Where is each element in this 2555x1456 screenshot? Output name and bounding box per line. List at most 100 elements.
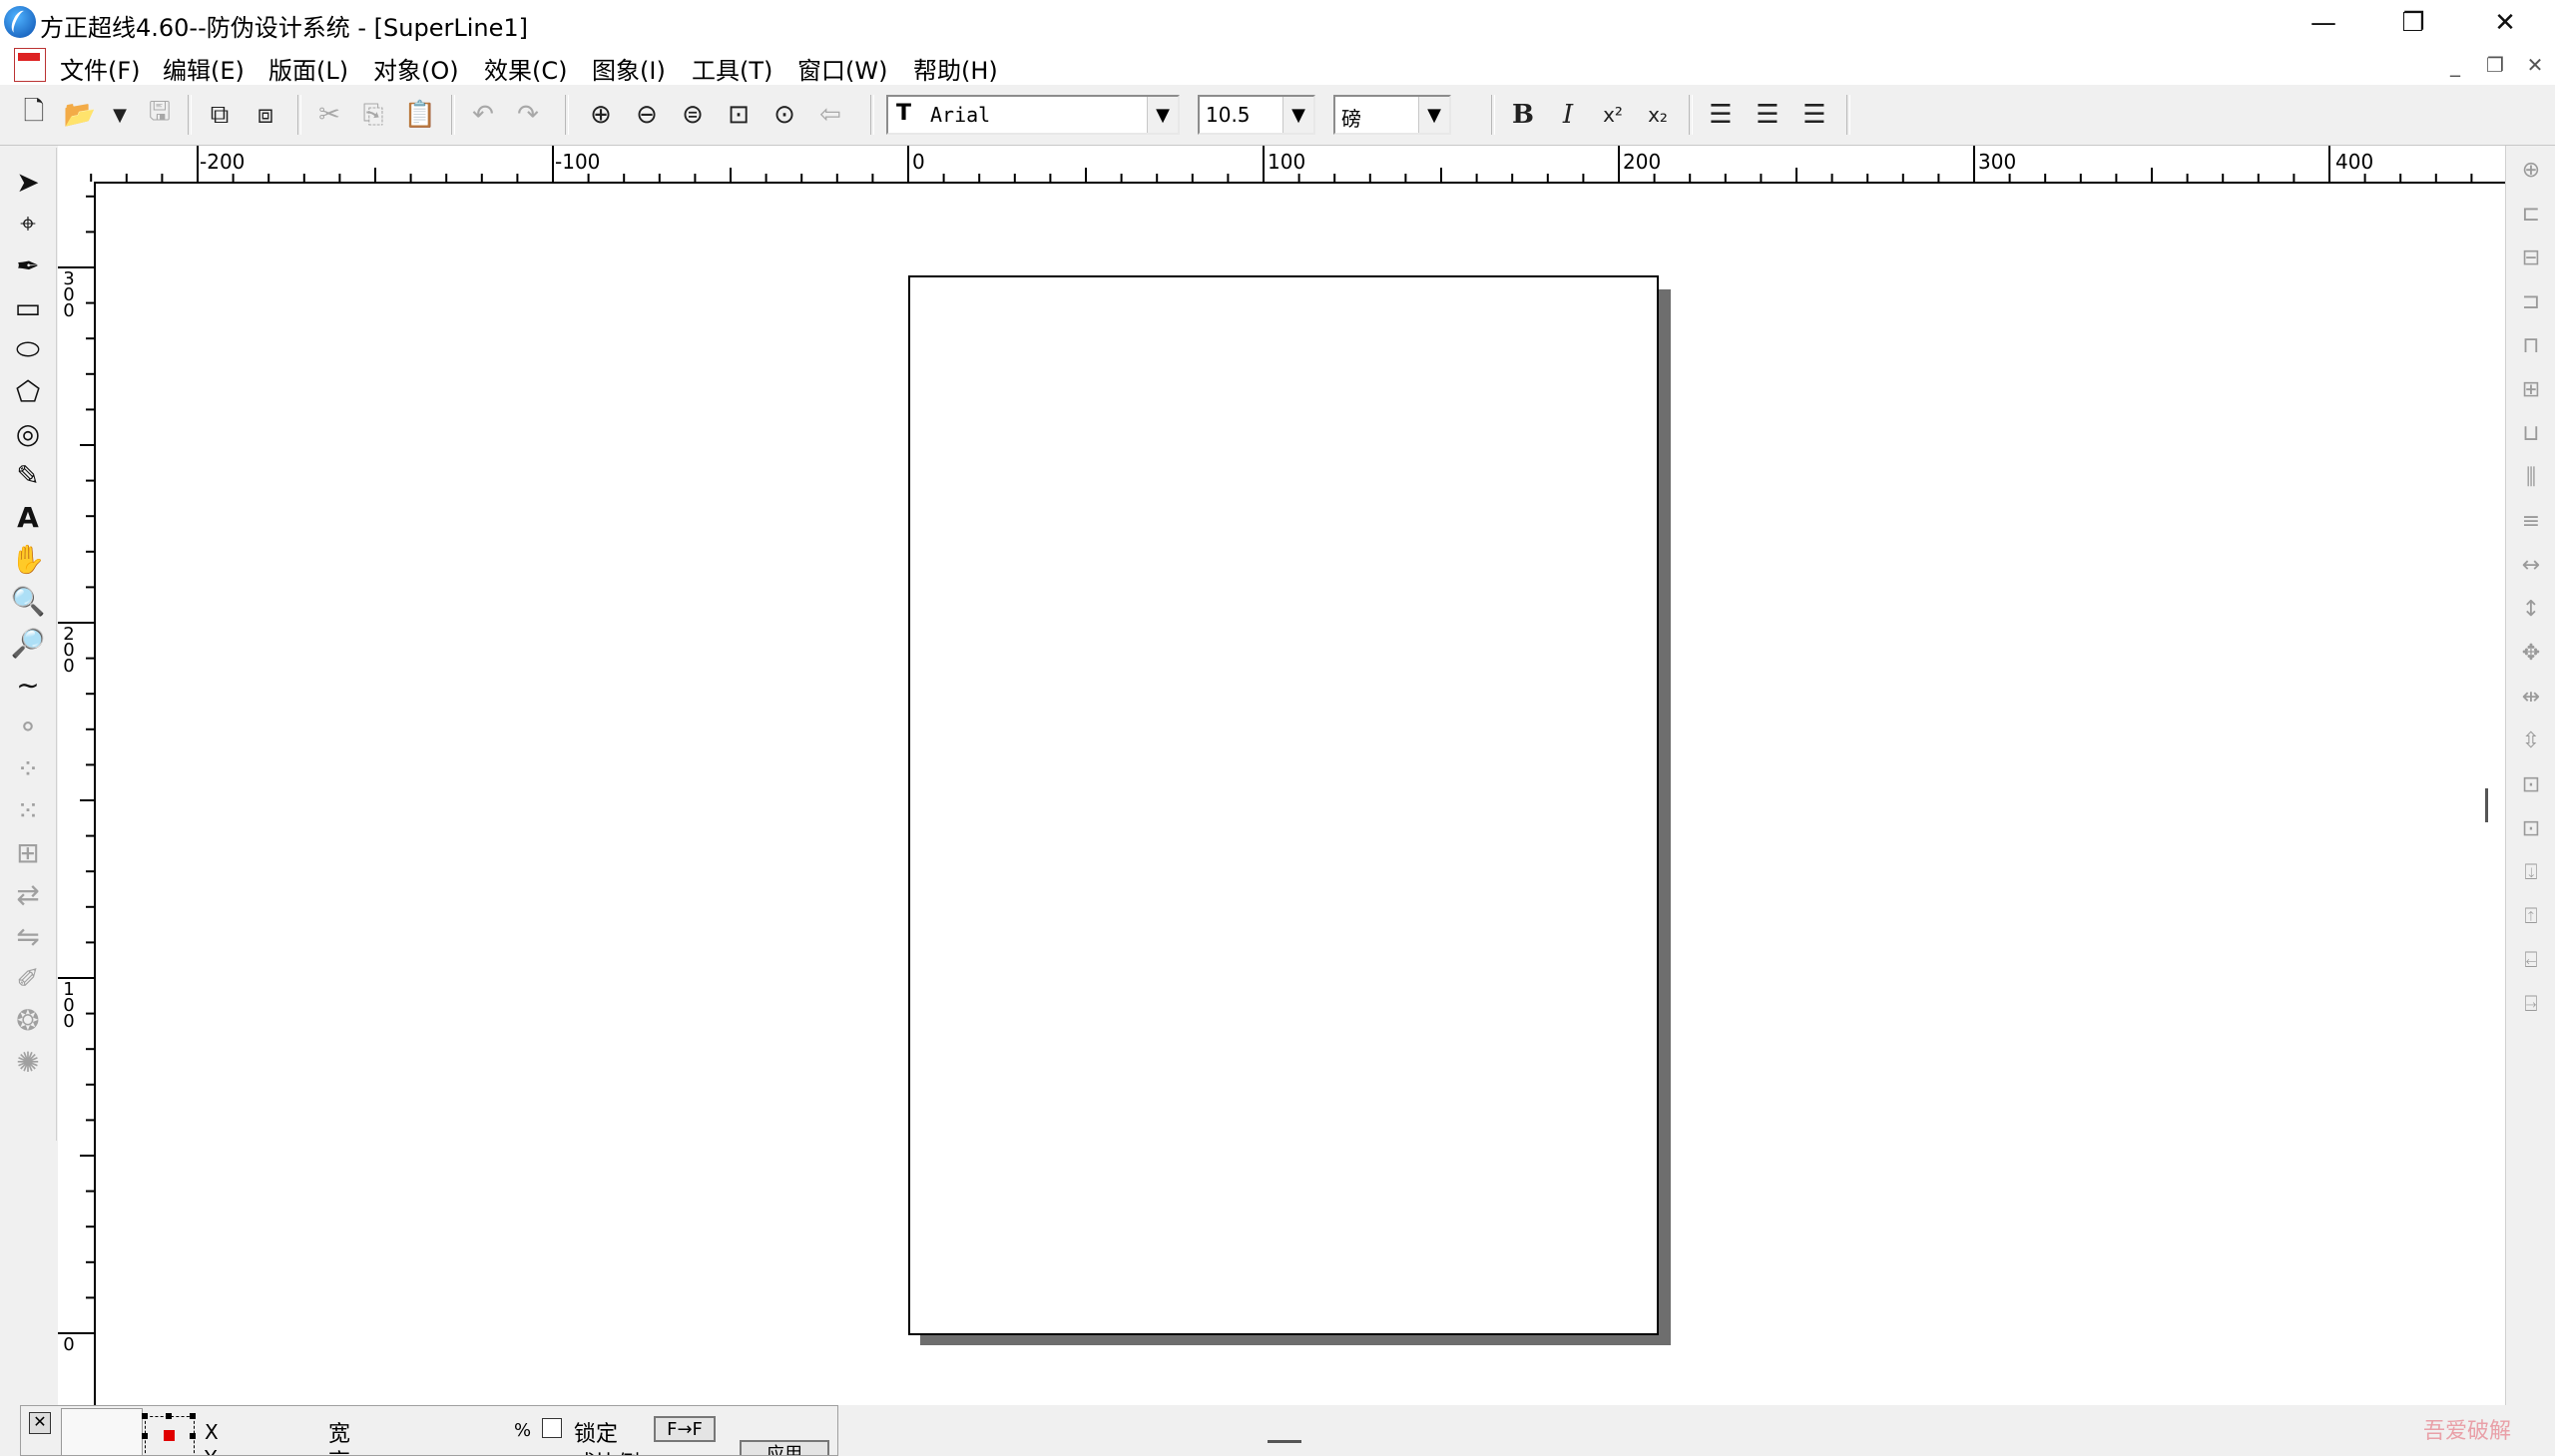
- chevron-down-icon[interactable]: ▼: [1147, 97, 1178, 133]
- zoom-in-icon[interactable]: ⊕: [583, 97, 619, 133]
- open-folder-icon[interactable]: 📂: [62, 97, 98, 133]
- zoom-selection-icon[interactable]: ⊙: [766, 97, 802, 133]
- same-size-icon[interactable]: ✥: [2515, 635, 2547, 671]
- page-left-icon[interactable]: ⍇: [2515, 942, 2547, 978]
- blend-icon[interactable]: ⚬: [6, 707, 50, 746]
- spiral-icon[interactable]: ◎: [6, 413, 50, 453]
- same-height-icon[interactable]: ↕: [2515, 591, 2547, 627]
- bold-button[interactable]: B: [1505, 97, 1541, 133]
- export-icon[interactable]: ⧈: [248, 97, 283, 133]
- save-icon[interactable]: 🖫: [142, 97, 178, 133]
- ellipse-icon[interactable]: ⬭: [6, 329, 50, 369]
- mirror-icon[interactable]: ⇋: [6, 916, 50, 956]
- anchor-center-point[interactable]: [164, 1430, 175, 1441]
- font-unit-combo[interactable]: 磅 ▼: [1333, 95, 1451, 135]
- chevron-down-icon[interactable]: ▼: [1282, 97, 1313, 133]
- mdi-minimize-button[interactable]: _: [2440, 51, 2470, 79]
- menu-help[interactable]: 帮助(H): [913, 51, 998, 86]
- new-file-icon[interactable]: 🗋: [16, 97, 52, 133]
- zoom-tool-icon[interactable]: 🔍: [6, 581, 50, 621]
- align-h-center-icon[interactable]: ⊟: [2515, 240, 2547, 275]
- document-page[interactable]: [908, 275, 1659, 1335]
- cut-icon[interactable]: ✂: [311, 97, 347, 133]
- text-tool-icon[interactable]: A: [6, 497, 50, 537]
- page-center-h-icon[interactable]: ⊡: [2515, 766, 2547, 802]
- flip-button[interactable]: F→F: [654, 1416, 716, 1442]
- font-size-combo[interactable]: 10.5 ▼: [1198, 95, 1315, 135]
- page-bottom-icon[interactable]: ⍗: [2515, 854, 2547, 890]
- anchor-selector[interactable]: [133, 1406, 205, 1455]
- page-center-v-icon[interactable]: ⊡: [2515, 810, 2547, 846]
- curve-icon[interactable]: ∼: [6, 665, 50, 705]
- open-dropdown-icon[interactable]: ▼: [102, 97, 138, 133]
- undo-icon[interactable]: ↶: [465, 97, 501, 133]
- redo-icon[interactable]: ↷: [510, 97, 546, 133]
- document-icon[interactable]: [14, 48, 46, 82]
- zoom-in-tool-icon[interactable]: 🔎: [6, 623, 50, 663]
- paste-icon[interactable]: 📋: [402, 97, 438, 133]
- align-top-edge-icon[interactable]: ⊓: [2515, 327, 2547, 363]
- align-v-center-icon[interactable]: ⊞: [2515, 371, 2547, 407]
- menu-layout[interactable]: 版面(L): [268, 51, 348, 86]
- align-right-icon[interactable]: ☰: [1796, 97, 1832, 133]
- brush-icon[interactable]: ✐: [6, 958, 50, 998]
- page-top-icon[interactable]: ⍐: [2515, 898, 2547, 934]
- close-button[interactable]: ✕: [2460, 0, 2550, 45]
- zoom-fit-icon[interactable]: ⊜: [675, 97, 711, 133]
- transform-icon[interactable]: ⇄: [6, 874, 50, 914]
- polygon-icon[interactable]: ⬠: [6, 371, 50, 411]
- align-center-both-icon[interactable]: ⊕: [2515, 152, 2547, 188]
- space-h-icon[interactable]: ⇹: [2515, 679, 2547, 715]
- tile-icon[interactable]: ⊞: [6, 832, 50, 872]
- menu-image[interactable]: 图象(I): [592, 51, 666, 86]
- vertical-ruler[interactable]: 300 200 100 0: [58, 182, 96, 1405]
- page-right-icon[interactable]: ⍈: [2515, 986, 2547, 1022]
- copy-icon[interactable]: ⎘: [355, 97, 391, 133]
- pattern-dots-icon[interactable]: ⁘: [6, 748, 50, 788]
- zoom-page-icon[interactable]: ⊡: [721, 97, 757, 133]
- align-center-icon[interactable]: ☰: [1750, 97, 1786, 133]
- subscript-button[interactable]: x₂: [1640, 97, 1676, 133]
- space-v-icon[interactable]: ⇳: [2515, 723, 2547, 758]
- menu-edit[interactable]: 编辑(E): [163, 51, 245, 86]
- font-name-combo[interactable]: Arial T ▼: [886, 95, 1180, 135]
- import-icon[interactable]: ⧉: [202, 97, 238, 133]
- pen-icon[interactable]: ✒: [6, 245, 50, 285]
- menu-window[interactable]: 窗口(W): [797, 51, 887, 86]
- horizontal-scroll-grip[interactable]: [1268, 1440, 1301, 1443]
- color-swatch[interactable]: [61, 1408, 143, 1455]
- minimize-button[interactable]: —: [2279, 0, 2368, 45]
- align-bottom-edge-icon[interactable]: ⊔: [2515, 415, 2547, 451]
- menu-tools[interactable]: 工具(T): [692, 51, 772, 86]
- apply-button[interactable]: 应用: [740, 1440, 829, 1455]
- menu-object[interactable]: 对象(O): [373, 51, 459, 86]
- distribute-v-icon[interactable]: ≡: [2515, 503, 2547, 539]
- rosette-icon[interactable]: ❂: [6, 1000, 50, 1040]
- menu-effect[interactable]: 效果(C): [484, 51, 567, 86]
- vertical-scroll-grip[interactable]: [2485, 788, 2488, 822]
- superscript-button[interactable]: x²: [1595, 97, 1631, 133]
- restore-button[interactable]: ❐: [2368, 0, 2458, 45]
- align-left-edge-icon[interactable]: ⊏: [2515, 196, 2547, 232]
- mdi-restore-button[interactable]: ❐: [2480, 51, 2510, 79]
- guilloche-icon[interactable]: ✺: [6, 1042, 50, 1082]
- mdi-close-button[interactable]: ✕: [2520, 51, 2550, 79]
- italic-button[interactable]: I: [1550, 97, 1586, 133]
- lock-checkbox[interactable]: [542, 1418, 562, 1438]
- align-right-edge-icon[interactable]: ⊐: [2515, 283, 2547, 319]
- horizontal-ruler[interactable]: -200 -100 0 100 200 300 400: [58, 146, 2505, 184]
- node-edit-icon[interactable]: ⌖: [6, 204, 50, 243]
- hand-pan-icon[interactable]: ✋: [6, 539, 50, 579]
- align-left-icon[interactable]: ☰: [1703, 97, 1739, 133]
- close-icon[interactable]: ✕: [29, 1412, 51, 1434]
- menu-file[interactable]: 文件(F): [60, 51, 141, 86]
- rectangle-icon[interactable]: ▭: [6, 287, 50, 327]
- chevron-down-icon[interactable]: ▼: [1418, 97, 1449, 133]
- distribute-h-icon[interactable]: ⫼: [2515, 459, 2547, 495]
- same-width-icon[interactable]: ↔: [2515, 547, 2547, 583]
- back-arrow-icon[interactable]: ⇦: [812, 97, 848, 133]
- pencil-icon[interactable]: ✎: [6, 455, 50, 495]
- select-arrow-icon[interactable]: ➤: [6, 162, 50, 202]
- zoom-out-icon[interactable]: ⊖: [629, 97, 665, 133]
- pattern-grid-icon[interactable]: ⁙: [6, 790, 50, 830]
